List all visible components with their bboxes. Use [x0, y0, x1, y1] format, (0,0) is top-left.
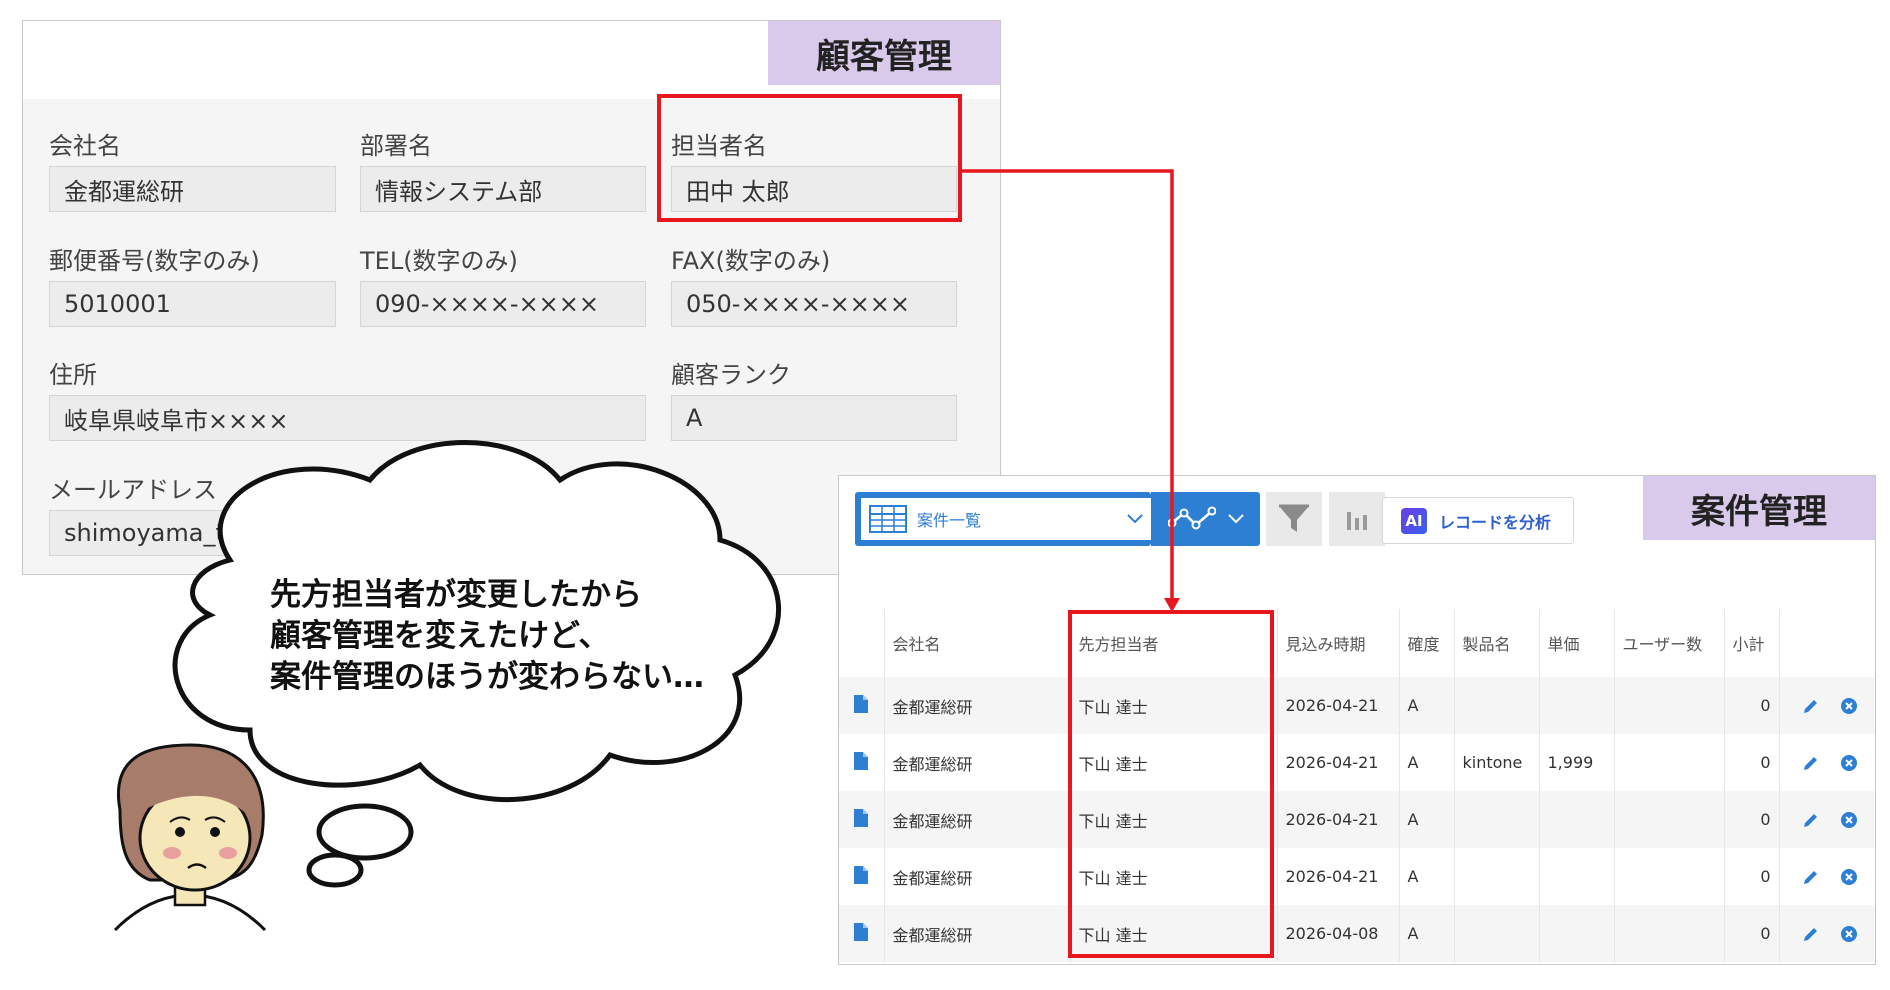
- worried-person-illustration: [113, 743, 267, 932]
- bubble-line: 案件管理のほうが変わらない…: [270, 659, 704, 695]
- thought-bubble-text: 先方担当者が変更したから 顧客管理を変えたけど、 案件管理のほうが変わらない…: [270, 575, 790, 698]
- bubble-line: 顧客管理を変えたけど、: [270, 618, 610, 654]
- connector-layer: [113, 169, 1180, 932]
- bubble-line: 先方担当者が変更したから: [270, 577, 642, 613]
- connector-arrow: [962, 169, 1180, 612]
